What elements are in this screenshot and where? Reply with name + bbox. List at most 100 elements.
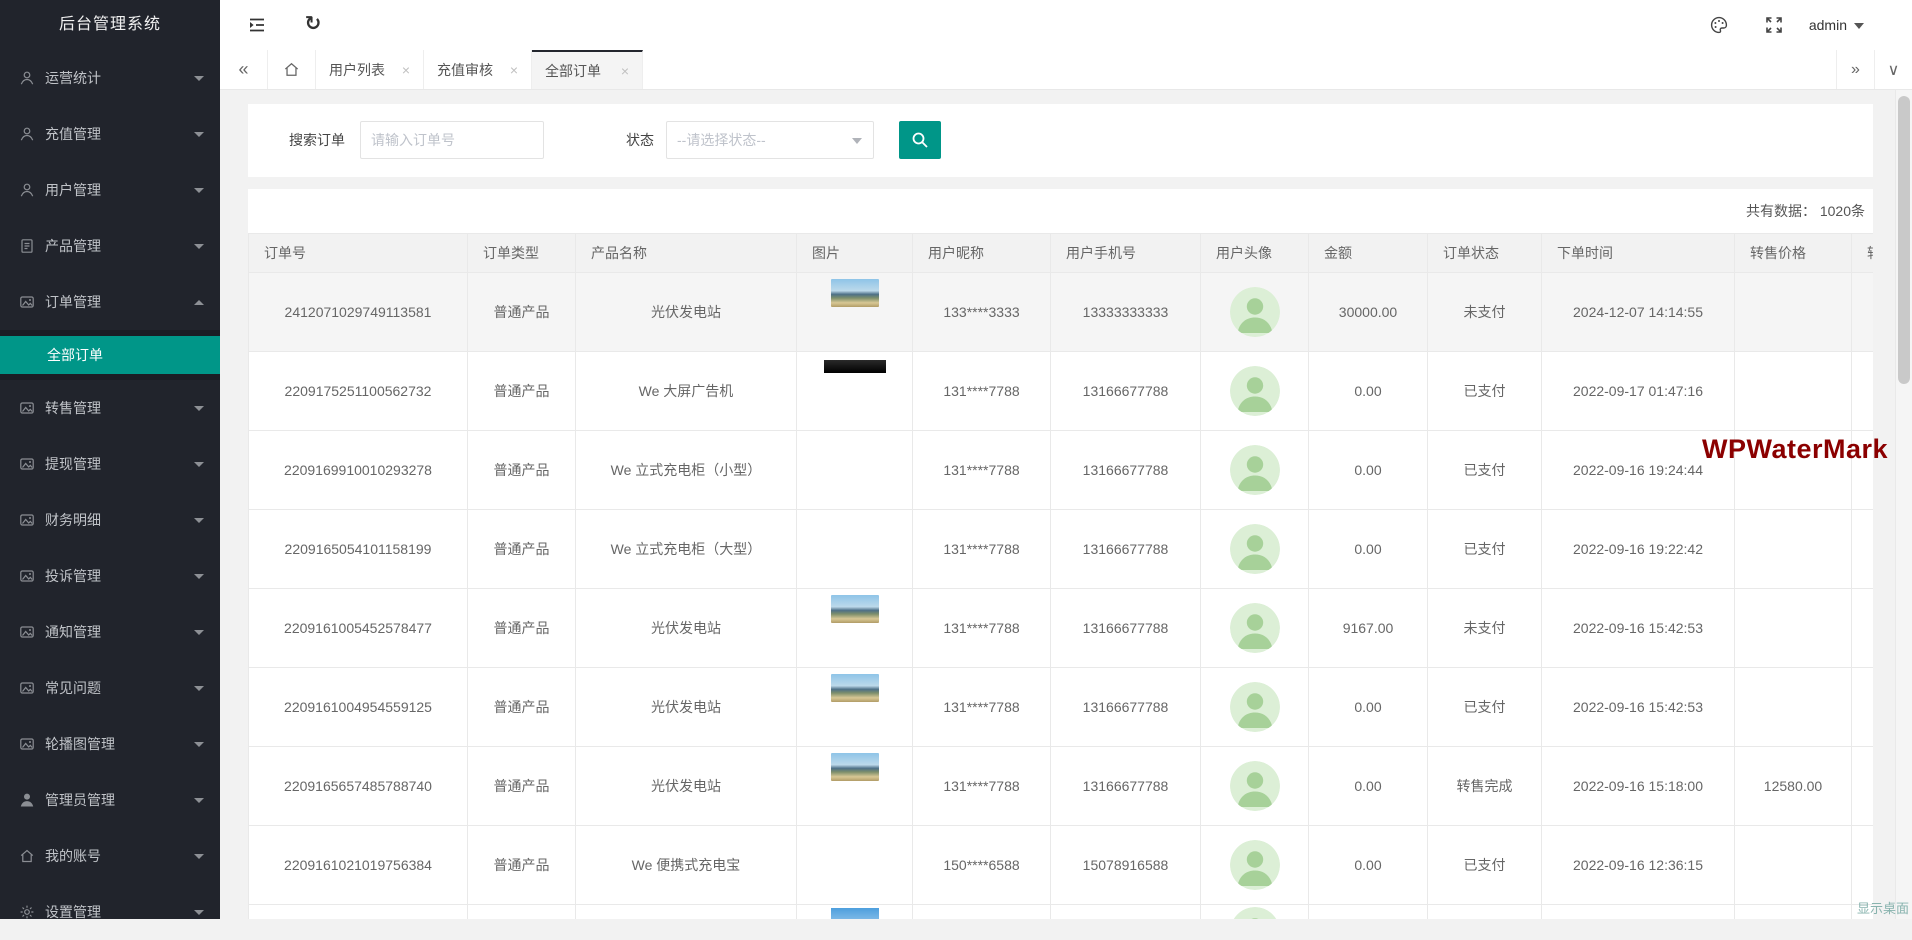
cell-type: 普通产品	[468, 273, 576, 352]
sidebar-item-complaint-management[interactable]: 投诉管理	[0, 548, 220, 604]
scrollbar-thumb[interactable]	[1898, 96, 1910, 384]
tabs-scroll-right-button[interactable]: »	[1836, 50, 1874, 89]
fullscreen-icon[interactable]	[1764, 15, 1784, 35]
sidebar-item-faq[interactable]: 常见问题	[0, 660, 220, 716]
cell-resale_price	[1735, 273, 1852, 352]
cell-amount	[1309, 905, 1428, 920]
user-avatar	[1230, 840, 1280, 890]
cell-status	[1428, 905, 1542, 920]
table-row: 2412071029749113581普通产品光伏发电站133****33331…	[249, 273, 1874, 352]
search-button[interactable]	[899, 121, 941, 159]
chevron-down-icon	[194, 854, 204, 859]
tabs-scroll-left-button[interactable]: «	[220, 50, 268, 89]
cell-nickname: 131****7788	[913, 431, 1051, 510]
cell-nickname: 150****6588	[913, 826, 1051, 905]
cell-order	[249, 905, 468, 920]
tab-user-list[interactable]: 用户列表×	[316, 50, 424, 89]
sidebar-item-user-management[interactable]: 用户管理	[0, 162, 220, 218]
image-icon	[19, 736, 35, 752]
image-icon	[19, 680, 35, 696]
cell-phone: 13166677788	[1051, 668, 1201, 747]
cell-resale_method	[1852, 589, 1874, 668]
scrollbar-track[interactable]	[1895, 90, 1912, 919]
cell-order: 2209165054101158199	[249, 510, 468, 589]
sidebar-item-resale-management[interactable]: 转售管理	[0, 380, 220, 436]
tab-all-orders[interactable]: 全部订单×	[532, 50, 643, 89]
table-row: 2209165657485788740普通产品光伏发电站131****77881…	[249, 747, 1874, 826]
user-menu[interactable]: admin	[1809, 0, 1864, 50]
tabs-menu-button[interactable]: ∨	[1874, 50, 1912, 89]
cell-time: 2022-09-16 12:36:15	[1542, 826, 1735, 905]
product-photo	[824, 360, 886, 373]
cell-product: 光伏发电站	[576, 273, 797, 352]
chevron-down-icon	[194, 574, 204, 579]
sidebar-item-product-management[interactable]: 产品管理	[0, 218, 220, 274]
tab-recharge-audit[interactable]: 充值审核 ×	[424, 50, 532, 89]
user-icon	[19, 70, 35, 86]
home-icon	[19, 848, 35, 864]
order-number-input[interactable]	[360, 121, 544, 159]
theme-palette-icon[interactable]	[1709, 15, 1729, 35]
status-select[interactable]: --请选择状态--	[666, 121, 874, 159]
cell-amount: 9167.00	[1309, 589, 1428, 668]
collapse-sidebar-icon[interactable]	[247, 15, 267, 35]
sidebar: 后台管理系统 运营统计充值管理用户管理产品管理订单管理全部订单转售管理提现管理财…	[0, 0, 220, 919]
sidebar-item-my-account[interactable]: 我的账号	[0, 828, 220, 884]
cell-avatar	[1201, 668, 1309, 747]
image-icon	[19, 456, 35, 472]
sidebar-item-operations-stats[interactable]: 运营统计	[0, 50, 220, 106]
chevron-down-icon	[194, 742, 204, 747]
sidebar-item-banner-management[interactable]: 轮播图管理	[0, 716, 220, 772]
refresh-icon[interactable]: ↻	[303, 15, 323, 35]
sidebar-item-admin-management[interactable]: 管理员管理	[0, 772, 220, 828]
sidebar-item-label: 提现管理	[45, 436, 101, 492]
tab-label: 充值审核	[437, 60, 493, 80]
chevron-down-icon	[194, 518, 204, 523]
cell-phone: 13333333333	[1051, 273, 1201, 352]
home-tab[interactable]	[268, 50, 316, 89]
sidebar-item-finance-detail[interactable]: 财务明细	[0, 492, 220, 548]
sidebar-item-label: 财务明细	[45, 492, 101, 548]
cell-resale_price	[1735, 510, 1852, 589]
sidebar-item-withdraw-management[interactable]: 提现管理	[0, 436, 220, 492]
sidebar-item-order-management[interactable]: 订单管理	[0, 274, 220, 330]
cell-avatar	[1201, 510, 1309, 589]
close-icon[interactable]: ×	[621, 63, 629, 79]
sidebar-item-notice-management[interactable]: 通知管理	[0, 604, 220, 660]
chevron-up-icon	[194, 300, 204, 305]
cell-order: 2412071029749113581	[249, 273, 468, 352]
sidebar-submenu: 全部订单	[0, 330, 220, 380]
cell-type: 普通产品	[468, 510, 576, 589]
cell-phone	[1051, 905, 1201, 920]
cell-amount: 30000.00	[1309, 273, 1428, 352]
sidebar-item-recharge-management[interactable]: 充值管理	[0, 106, 220, 162]
cell-amount: 0.00	[1309, 352, 1428, 431]
cell-resale_price	[1735, 905, 1852, 920]
sidebar-item-label: 订单管理	[45, 274, 101, 330]
column-header-time: 下单时间	[1542, 234, 1735, 273]
sidebar-item-label: 设置管理	[45, 884, 101, 940]
user-avatar	[1230, 603, 1280, 653]
user-avatar	[1230, 366, 1280, 416]
cell-nickname: 131****7788	[913, 352, 1051, 431]
cell-phone: 13166677788	[1051, 510, 1201, 589]
gear-icon	[19, 904, 35, 920]
cell-type: 普通产品	[468, 668, 576, 747]
table-row: 2209169910010293278普通产品We 立式充电柜（小型）131**…	[249, 431, 1874, 510]
user-avatar	[1230, 287, 1280, 337]
search-panel: 搜索订单 状态 --请选择状态--	[248, 104, 1873, 177]
user-solid-icon	[19, 792, 35, 808]
cell-status: 未支付	[1428, 589, 1542, 668]
cell-resale_method: 系统回收	[1852, 747, 1874, 826]
close-icon[interactable]: ×	[510, 62, 518, 78]
column-header-image: 图片	[797, 234, 913, 273]
sidebar-subitem-all-orders[interactable]: 全部订单	[0, 336, 220, 374]
product-photo	[831, 595, 879, 623]
tabs: 用户列表×充值审核×全部订单×	[316, 50, 643, 89]
user-avatar	[1230, 907, 1280, 919]
close-icon[interactable]: ×	[402, 62, 410, 78]
table-row: 2209175251100562732普通产品We 大屏广告机131****77…	[249, 352, 1874, 431]
sidebar-item-settings-management[interactable]: 设置管理	[0, 884, 220, 940]
cell-type	[468, 905, 576, 920]
cell-image	[797, 352, 913, 431]
